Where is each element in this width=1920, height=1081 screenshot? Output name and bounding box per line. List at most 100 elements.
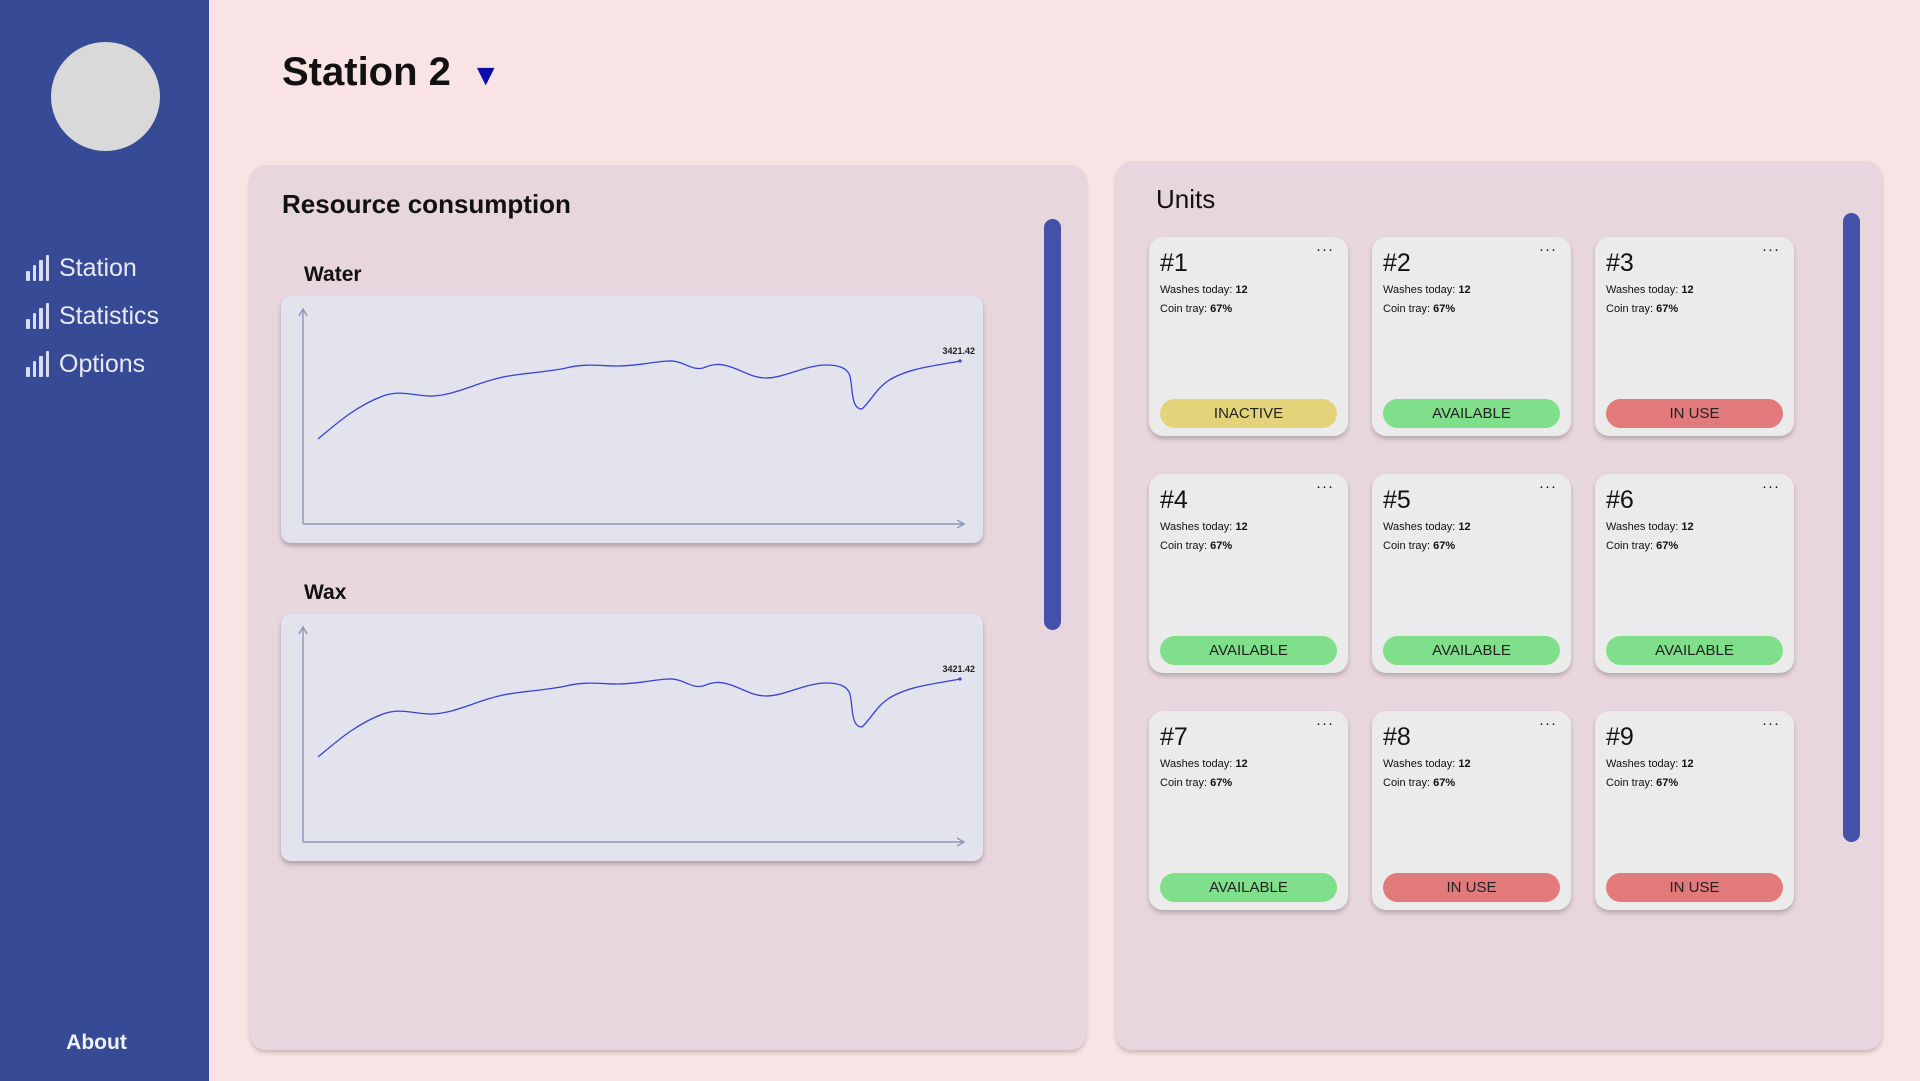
washes-label: Washes today: (1383, 521, 1456, 533)
status-badge[interactable]: IN USE (1606, 399, 1783, 428)
status-badge[interactable]: IN USE (1606, 873, 1783, 902)
unit-number: #2 (1383, 249, 1411, 277)
washes-value: 12 (1235, 284, 1248, 296)
status-badge[interactable]: AVAILABLE (1383, 399, 1560, 428)
chart-label-wax: Wax (304, 581, 347, 604)
washes-today: Washes today: 12 (1160, 758, 1248, 770)
coin-value: 67% (1656, 303, 1679, 315)
washes-value: 12 (1458, 521, 1471, 533)
coin-value: 67% (1433, 777, 1456, 789)
washes-today: Washes today: 12 (1606, 284, 1694, 296)
panel-title: Units (1156, 184, 1216, 214)
unit-number: #4 (1160, 486, 1188, 514)
water-last-point (958, 359, 962, 363)
unit-card[interactable]: #6 ··· Washes today: 12 Coin tray: 67% AVAIL… (1595, 474, 1794, 673)
wax-chart-svg: 3421.42 (298, 625, 975, 847)
coin-tray: Coin tray: 67% (1383, 777, 1455, 789)
washes-today: Washes today: 12 (1606, 758, 1694, 770)
more-options-icon[interactable]: ··· (1539, 241, 1557, 258)
avatar[interactable] (51, 42, 160, 151)
about-link[interactable]: About (0, 1031, 193, 1055)
bar-chart-icon (26, 351, 49, 377)
status-badge[interactable]: AVAILABLE (1606, 636, 1783, 665)
coin-label: Coin tray: (1606, 777, 1654, 789)
coin-label: Coin tray: (1606, 540, 1654, 552)
water-chart-svg: 3421.42 (298, 307, 975, 529)
coin-label: Coin tray: (1383, 540, 1431, 552)
coin-tray: Coin tray: 67% (1383, 540, 1455, 552)
sidebar-item-label: Options (59, 349, 146, 378)
coin-tray: Coin tray: 67% (1160, 303, 1232, 315)
unit-number: #8 (1383, 723, 1411, 751)
sidebar-item-label: Statistics (59, 301, 160, 330)
wax-series-line (317, 678, 961, 758)
coin-label: Coin tray: (1160, 303, 1208, 315)
unit-number: #6 (1606, 486, 1634, 514)
washes-label: Washes today: (1160, 758, 1233, 770)
washes-today: Washes today: 12 (1383, 521, 1471, 533)
data-label: 3421.42 (942, 664, 975, 674)
more-options-icon[interactable]: ··· (1539, 715, 1557, 732)
scrollbar[interactable] (1044, 219, 1061, 630)
unit-card[interactable]: #7 ··· Washes today: 12 Coin tray: 67% AVAIL… (1149, 711, 1348, 910)
sidebar-item-statistics[interactable]: Statistics (26, 292, 159, 340)
resource-consumption-panel: Resource consumption Water 3421.42 Wax 3… (250, 165, 1086, 1050)
bar-chart-icon (26, 255, 49, 281)
unit-card[interactable]: #3 ··· Washes today: 12 Coin tray: 67% IN US… (1595, 237, 1794, 436)
coin-tray: Coin tray: 67% (1606, 777, 1678, 789)
status-badge[interactable]: INACTIVE (1160, 399, 1337, 428)
unit-number: #1 (1160, 249, 1188, 277)
coin-value: 67% (1210, 303, 1233, 315)
status-badge[interactable]: AVAILABLE (1160, 873, 1337, 902)
scrollbar[interactable] (1843, 213, 1860, 842)
unit-card[interactable]: #1 ··· Washes today: 12 Coin tray: 67% INACT… (1149, 237, 1348, 436)
status-badge[interactable]: IN USE (1383, 873, 1560, 902)
sidebar-item-station[interactable]: Station (26, 244, 159, 292)
sidebar: Station Statistics Options About (0, 0, 209, 1081)
washes-label: Washes today: (1160, 284, 1233, 296)
coin-tray: Coin tray: 67% (1383, 303, 1455, 315)
status-badge[interactable]: AVAILABLE (1383, 636, 1560, 665)
washes-today: Washes today: 12 (1383, 758, 1471, 770)
coin-value: 67% (1433, 303, 1456, 315)
more-options-icon[interactable]: ··· (1316, 715, 1334, 732)
wax-chart: 3421.42 (281, 614, 983, 861)
unit-card[interactable]: #2 ··· Washes today: 12 Coin tray: 67% AVAIL… (1372, 237, 1571, 436)
unit-card[interactable]: #8 ··· Washes today: 12 Coin tray: 67% IN US… (1372, 711, 1571, 910)
more-options-icon[interactable]: ··· (1316, 478, 1334, 495)
sidebar-nav: Station Statistics Options (26, 244, 159, 388)
more-options-icon[interactable]: ··· (1762, 478, 1780, 495)
coin-value: 67% (1433, 540, 1456, 552)
washes-value: 12 (1235, 758, 1248, 770)
unit-card[interactable]: #9 ··· Washes today: 12 Coin tray: 67% IN US… (1595, 711, 1794, 910)
washes-label: Washes today: (1383, 284, 1456, 296)
status-badge[interactable]: AVAILABLE (1160, 636, 1337, 665)
more-options-icon[interactable]: ··· (1316, 241, 1334, 258)
washes-today: Washes today: 12 (1160, 284, 1248, 296)
bar-chart-icon (26, 303, 49, 329)
washes-label: Washes today: (1606, 758, 1679, 770)
sidebar-item-options[interactable]: Options (26, 340, 159, 388)
coin-label: Coin tray: (1383, 303, 1431, 315)
more-options-icon[interactable]: ··· (1762, 715, 1780, 732)
data-label: 3421.42 (942, 346, 975, 356)
unit-card[interactable]: #4 ··· Washes today: 12 Coin tray: 67% AVAIL… (1149, 474, 1348, 673)
coin-tray: Coin tray: 67% (1606, 303, 1678, 315)
more-options-icon[interactable]: ··· (1762, 241, 1780, 258)
caret-down-icon[interactable]: ▼ (471, 59, 501, 93)
sidebar-item-label: Station (59, 253, 137, 282)
washes-today: Washes today: 12 (1383, 284, 1471, 296)
chart-label-water: Water (304, 263, 362, 286)
wax-last-point (958, 677, 962, 681)
more-options-icon[interactable]: ··· (1539, 478, 1557, 495)
washes-value: 12 (1458, 758, 1471, 770)
coin-tray: Coin tray: 67% (1160, 777, 1232, 789)
unit-card[interactable]: #5 ··· Washes today: 12 Coin tray: 67% AVAIL… (1372, 474, 1571, 673)
station-selector[interactable]: Station 2 ▼ (282, 50, 501, 95)
washes-today: Washes today: 12 (1606, 521, 1694, 533)
washes-value: 12 (1458, 284, 1471, 296)
coin-label: Coin tray: (1160, 777, 1208, 789)
units-panel: Units #1 ··· Washes today: 12 Coin tray: 67… (1116, 161, 1882, 1050)
unit-number: #7 (1160, 723, 1188, 751)
washes-value: 12 (1681, 284, 1694, 296)
